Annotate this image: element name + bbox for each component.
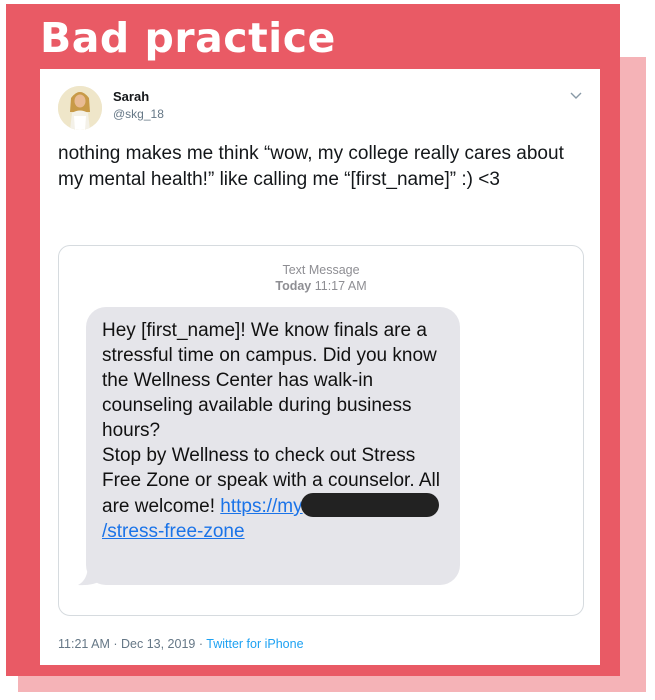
tweet-text: nothing makes me think “wow, my college … bbox=[58, 143, 564, 190]
sms-header-clock: 11:17 AM bbox=[314, 279, 367, 293]
sms-header: Text Message Today 11:17 AM bbox=[59, 262, 583, 294]
sms-header-time: Today 11:17 AM bbox=[59, 278, 583, 294]
sms-link-start: https://my bbox=[220, 496, 303, 517]
avatar-image bbox=[58, 86, 102, 130]
meta-separator: · bbox=[198, 637, 204, 651]
user-name[interactable]: Sarah bbox=[113, 89, 149, 104]
redaction-bar bbox=[300, 493, 439, 517]
sms-message: Hey [first_name]! We know finals are a s… bbox=[102, 318, 452, 544]
tweet-media-screenshot[interactable]: Text Message Today 11:17 AM Hey [first_n… bbox=[58, 245, 584, 616]
banner-title: Bad practice bbox=[40, 14, 336, 62]
sms-link-end: /stress-free-zone bbox=[102, 521, 245, 542]
tweet-meta: 11:21 AM · Dec 13, 2019 · Twitter for iP… bbox=[58, 637, 304, 651]
sms-message-line: Hey [first_name]! We know finals are a s… bbox=[102, 320, 437, 441]
banner-card: Bad practice Sarah @skg_18 nothing makes… bbox=[6, 4, 620, 676]
chevron-down-icon[interactable] bbox=[568, 87, 584, 103]
user-handle[interactable]: @skg_18 bbox=[113, 107, 164, 121]
tweet-timestamp[interactable]: 11:21 AM · Dec 13, 2019 bbox=[58, 637, 195, 651]
avatar[interactable] bbox=[58, 86, 102, 130]
sms-bubble: Hey [first_name]! We know finals are a s… bbox=[86, 307, 460, 585]
tweet-source[interactable]: Twitter for iPhone bbox=[206, 637, 303, 651]
sms-header-day: Today bbox=[275, 279, 312, 293]
sms-header-label: Text Message bbox=[282, 263, 360, 277]
tweet-card: Sarah @skg_18 nothing makes me think “wo… bbox=[40, 69, 600, 665]
